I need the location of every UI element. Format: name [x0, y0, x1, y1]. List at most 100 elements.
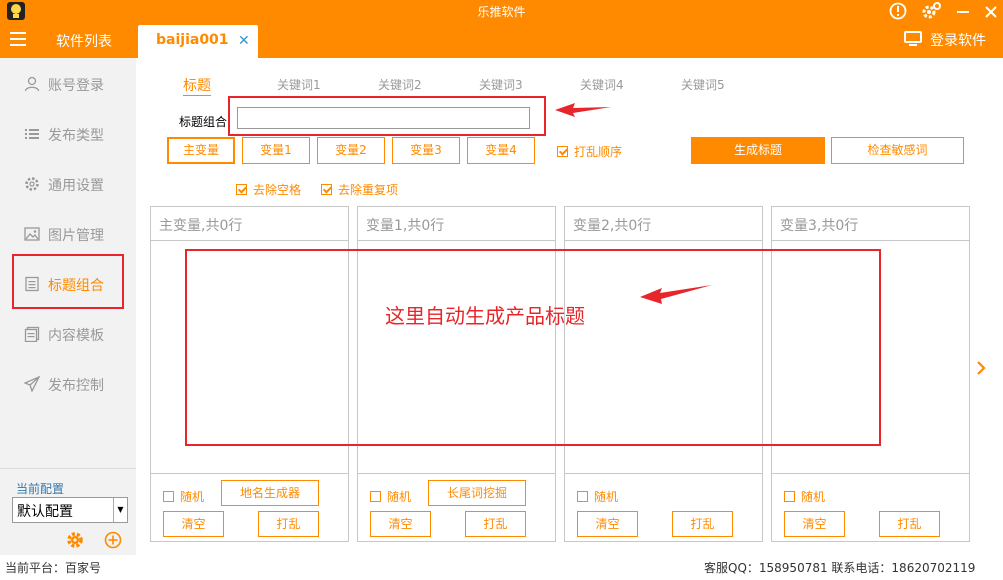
list-icon [25, 129, 39, 139]
remove-spaces-checkbox[interactable]: 去除空格 [236, 181, 301, 198]
long-tail-keyword-button[interactable]: 长尾词挖掘 [428, 480, 526, 506]
sidebar-item-label: 发布控制 [48, 378, 104, 394]
image-icon [24, 227, 40, 241]
random-checkbox[interactable]: 随机 [784, 488, 825, 505]
close-window-icon[interactable] [980, 0, 1002, 22]
shuffle-order-checkbox[interactable]: 打乱顺序 [557, 143, 622, 160]
config-select-value: 默认配置 [17, 504, 73, 520]
menu-icon[interactable] [10, 32, 26, 46]
panel-title: 变量1,共0行 [358, 207, 555, 241]
checkbox-unchecked-icon [577, 491, 588, 502]
annotation-arrow-icon [640, 285, 712, 304]
variable-2-button[interactable]: 变量2 [317, 137, 385, 164]
sidebar-item-label: 内容模板 [48, 328, 104, 344]
remove-spaces-label: 去除空格 [253, 183, 302, 197]
shuffle-order-label: 打乱顺序 [574, 145, 623, 159]
sidebar-item-label: 图片管理 [48, 228, 104, 244]
current-config-label: 当前配置 [16, 482, 65, 496]
checkbox-unchecked-icon [784, 491, 795, 502]
check-sensitive-words-button[interactable]: 检查敏感词 [831, 137, 964, 164]
panel-footer: 随机 长尾词挖掘 清空 打乱 [358, 473, 555, 542]
clear-button[interactable]: 清空 [784, 511, 845, 537]
tab-keyword-5[interactable]: 关键词5 [681, 76, 725, 93]
random-label: 随机 [801, 490, 826, 504]
sidebar-item-label: 发布类型 [48, 128, 104, 144]
clear-button[interactable]: 清空 [370, 511, 431, 537]
tab-label: baijia001 [156, 32, 229, 48]
random-label: 随机 [594, 490, 619, 504]
login-software-label: 登录软件 [930, 33, 986, 49]
panel-footer: 随机 清空 打乱 [565, 473, 762, 542]
clear-button[interactable]: 清空 [577, 511, 638, 537]
login-software-button[interactable]: 登录软件 [904, 30, 986, 50]
title-combo-label: 标题组合 [179, 115, 228, 129]
random-label: 随机 [180, 490, 205, 504]
shuffle-button[interactable]: 打乱 [465, 511, 526, 537]
add-config-icon[interactable] [104, 531, 122, 549]
main-variable-button[interactable]: 主变量 [167, 137, 235, 164]
panel-title: 变量3,共0行 [772, 207, 969, 241]
config-settings-icon[interactable] [66, 531, 84, 549]
sidebar-item-general-settings[interactable]: 通用设置 [0, 164, 136, 204]
remove-duplicates-checkbox[interactable]: 去除重复项 [321, 181, 398, 198]
sidebar-item-label: 通用设置 [48, 178, 104, 194]
checkbox-checked-icon [236, 184, 247, 195]
tab-keyword-2[interactable]: 关键词2 [378, 76, 422, 93]
sidebar-item-content-template[interactable]: 内容模板 [0, 314, 136, 354]
tab-bar: 软件列表 baijia001 ✕ 登录软件 [0, 22, 1003, 58]
contact-info-text: 客服QQ：158950781 联系电话：18620702119 [704, 561, 976, 575]
variable-3-button[interactable]: 变量3 [392, 137, 460, 164]
tab-software-list[interactable]: 软件列表 [56, 31, 112, 51]
panel-title: 变量2,共0行 [565, 207, 762, 241]
scroll-right-chevron-icon[interactable] [976, 360, 986, 381]
panel-footer: 随机 清空 打乱 [772, 473, 969, 542]
send-icon [24, 376, 40, 392]
current-platform-text: 当前平台：百家号 [5, 561, 102, 575]
minimize-icon[interactable] [952, 0, 974, 22]
tab-keyword-4[interactable]: 关键词4 [580, 76, 624, 93]
app-title: 乐推软件 [477, 5, 526, 19]
sidebar-item-publish-type[interactable]: 发布类型 [0, 114, 136, 154]
checkbox-unchecked-icon [370, 491, 381, 502]
config-select[interactable]: 默认配置 ▼ [12, 497, 128, 523]
shuffle-button[interactable]: 打乱 [258, 511, 319, 537]
generate-title-button[interactable]: 生成标题 [691, 137, 825, 164]
tab-keyword-1[interactable]: 关键词1 [277, 76, 321, 93]
status-bar: 当前平台：百家号 客服QQ：158950781 联系电话：18620702119 [0, 556, 1003, 580]
place-name-generator-button[interactable]: 地名生成器 [221, 480, 319, 506]
settings-icon[interactable] [920, 0, 942, 22]
checkbox-checked-icon [557, 146, 568, 157]
annotation-box-title-input [228, 96, 546, 136]
panel-footer: 随机 地名生成器 清空 打乱 [151, 473, 348, 542]
monitor-icon [904, 31, 922, 46]
checkbox-checked-icon [321, 184, 332, 195]
dropdown-arrow-icon[interactable]: ▼ [113, 498, 127, 522]
shuffle-button[interactable]: 打乱 [672, 511, 733, 537]
sidebar-config-area: 当前配置 默认配置 ▼ [0, 468, 136, 555]
random-checkbox[interactable]: 随机 [370, 488, 411, 505]
tab-title[interactable]: 标题 [183, 75, 211, 96]
random-checkbox[interactable]: 随机 [577, 488, 618, 505]
title-bar: 乐推软件 [0, 0, 1003, 22]
random-checkbox[interactable]: 随机 [163, 488, 204, 505]
user-icon [24, 76, 40, 92]
gear-icon [25, 177, 39, 191]
annotation-text: 这里自动生成产品标题 [385, 304, 585, 328]
annotation-box-panels [185, 249, 881, 446]
clear-button[interactable]: 清空 [163, 511, 224, 537]
tab-baijia001[interactable]: baijia001 ✕ [138, 25, 258, 58]
sidebar-item-account-login[interactable]: 账号登录 [0, 64, 136, 104]
info-icon[interactable] [887, 0, 909, 22]
variable-1-button[interactable]: 变量1 [242, 137, 310, 164]
annotation-arrow-icon [555, 103, 611, 117]
checkbox-unchecked-icon [163, 491, 174, 502]
tab-close-icon[interactable]: ✕ [238, 33, 250, 49]
shuffle-button[interactable]: 打乱 [879, 511, 940, 537]
tab-keyword-3[interactable]: 关键词3 [479, 76, 523, 93]
sidebar-item-image-management[interactable]: 图片管理 [0, 214, 136, 254]
annotation-box-sidebar [12, 254, 124, 309]
random-label: 随机 [387, 490, 412, 504]
sidebar-item-label: 账号登录 [48, 78, 104, 94]
sidebar-item-publish-control[interactable]: 发布控制 [0, 364, 136, 404]
variable-4-button[interactable]: 变量4 [467, 137, 535, 164]
